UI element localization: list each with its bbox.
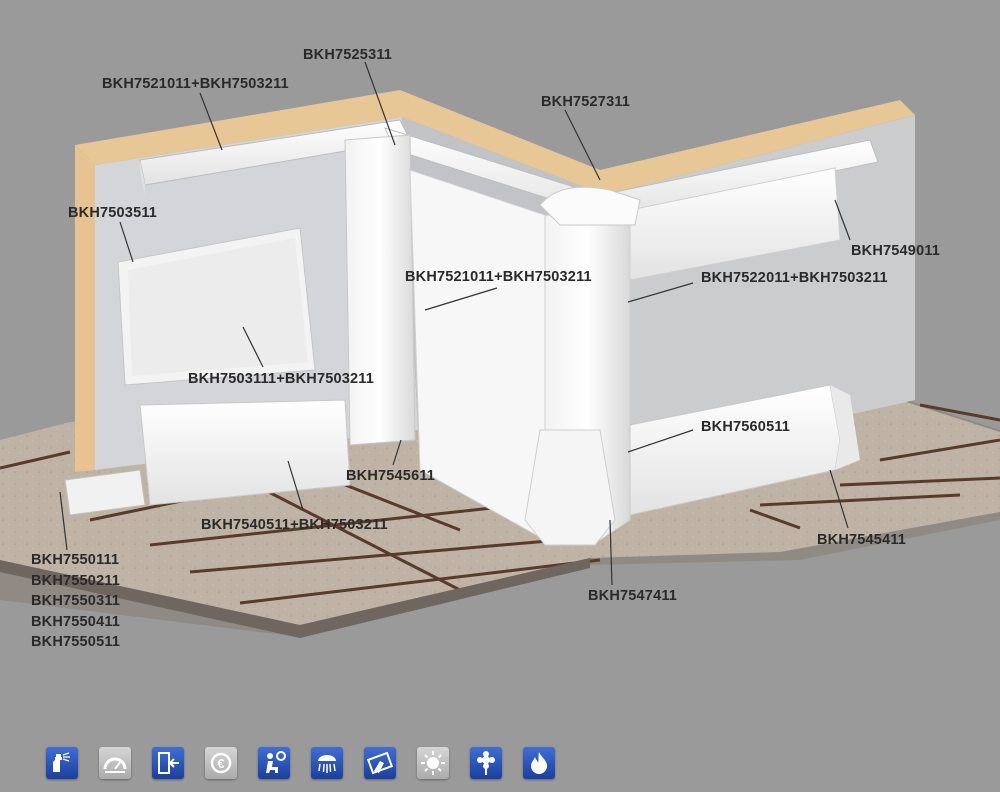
label-stack-bkh7550: BKH7550111 BKH7550211 BKH7550311 BKH7550… xyxy=(31,550,120,653)
label-bkh7525311: BKH7525311 xyxy=(303,47,393,63)
person-gear-icon xyxy=(258,747,290,779)
feature-icon-row: € xyxy=(46,747,566,781)
product-diagram: BKH7525311 BKH7521011+BKH7503211 BKH7527… xyxy=(0,0,1000,792)
label-bkh7550411: BKH7550411 xyxy=(31,613,121,630)
euro-icon: € xyxy=(205,747,237,779)
sun-icon xyxy=(417,747,449,779)
label-bkh7550511: BKH7550511 xyxy=(31,634,121,650)
label-bkh7550111: BKH7550111 xyxy=(31,552,120,568)
label-bkh7545611: BKH7545611 xyxy=(346,468,436,484)
label-bkh7503511: BKH7503511 xyxy=(68,205,158,221)
label-bkh7550311: BKH7550311 xyxy=(31,593,121,609)
label-bkh7527311: BKH7527311 xyxy=(541,94,631,110)
shower-icon xyxy=(311,747,343,779)
label-bkh7521011-left: BKH7521011+BKH7503211 xyxy=(102,76,289,92)
gear-flower-icon xyxy=(470,747,502,779)
label-bkh7549011: BKH7549011 xyxy=(851,243,941,259)
label-bkh7545411: BKH7545411 xyxy=(817,532,907,548)
gauge-icon xyxy=(99,747,131,779)
label-bkh7503111: BKH7503111+BKH7503211 xyxy=(188,371,374,387)
svg-text:€: € xyxy=(217,756,224,771)
label-bkh7540511: BKH7540511+BKH7503211 xyxy=(201,517,388,533)
hand-wipe-icon xyxy=(364,747,396,779)
door-exit-icon xyxy=(152,747,184,779)
label-bkh7550211: BKH7550211 xyxy=(31,572,121,589)
trunking-illustration xyxy=(0,61,1000,638)
label-bkh7560511: BKH7560511 xyxy=(701,419,791,435)
label-bkh7547411: BKH7547411 xyxy=(588,588,678,604)
spray-icon xyxy=(46,747,78,779)
flame-icon xyxy=(523,747,555,779)
label-bkh7521011-middle: BKH7521011+BKH7503211 xyxy=(405,269,592,285)
label-bkh7522011: BKH7522011+BKH7503211 xyxy=(701,270,888,286)
